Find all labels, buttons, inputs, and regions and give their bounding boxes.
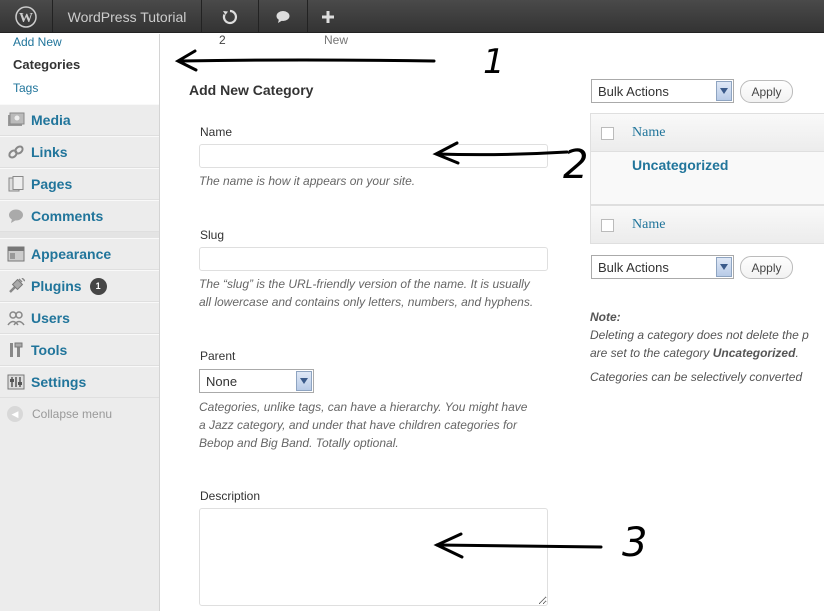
note-line2: are set to the category Uncategorized. [590,346,799,360]
sidebar-item-appearance[interactable]: Appearance [0,238,159,270]
sidebar-item-label: Appearance [31,246,112,262]
sidebar-item-label: Links [31,144,68,160]
chevron-down-icon [716,257,732,277]
category-name-link[interactable]: Uncategorized [632,157,728,173]
slug-input[interactable] [199,247,548,271]
column-name-header[interactable]: Name [632,125,665,141]
bulk-actions-value: Bulk Actions [598,83,669,99]
annotation-label-2: 2 [563,142,588,188]
table-header: Name [591,113,824,152]
sidebar-item-users[interactable]: Users [0,302,159,334]
parent-select[interactable]: None [199,369,314,393]
column-name-footer[interactable]: Name [632,217,665,233]
plugin-updates-badge: 1 [89,277,107,295]
media-icon [7,111,25,129]
svg-text:W: W [19,11,33,26]
users-icon [7,309,25,327]
parent-description-line1: Categories, unlike tags, can have a hier… [199,400,528,414]
sidebar-item-comments[interactable]: Comments [0,200,159,232]
parent-description-line3: Bebop and Big Band. Totally optional. [199,436,399,450]
sidebar-item-label: Tools [31,342,68,358]
sidebar-item-label: Comments [31,208,104,224]
tools-icon [7,341,25,359]
comments-icon [7,207,25,225]
bulk-actions-value: Bulk Actions [598,259,669,275]
parent-label: Parent [200,349,236,363]
name-description: The name is how it appears on your site. [199,174,416,188]
description-label: Description [200,489,261,503]
collapse-menu-button[interactable]: ◀ Collapse menu [0,398,159,430]
name-input[interactable] [199,144,548,168]
bulk-actions-select-bottom[interactable]: Bulk Actions [591,255,734,279]
annotation-arrow-1 [178,58,436,63]
chevron-down-icon [296,371,312,391]
wordpress-logo-icon: W [15,5,37,28]
slug-label: Slug [200,228,225,242]
plugins-icon [7,277,25,295]
description-textarea[interactable] [199,508,548,606]
collapse-arrow-icon: ◀ [7,406,23,422]
note-line2-prefix: are set to the category [590,346,713,360]
select-all-checkbox[interactable] [601,127,614,140]
note-line2-bold: Uncategorized [712,346,796,360]
links-icon [7,143,25,161]
settings-icon [7,373,25,391]
parent-selected-value: None [206,373,238,389]
note-line2-suffix: . [795,346,799,360]
note-label: Note: [590,310,621,324]
table-footer: Name [591,205,824,244]
annotation-label-3: 3 [622,520,647,566]
sidebar-item-label: Users [31,310,70,326]
speech-bubble-icon [276,10,290,23]
pages-icon [7,175,25,193]
new-label: New [324,33,349,47]
chevron-down-icon [716,81,732,101]
slug-description-line1: The “slug” is the URL-friendly version o… [199,277,530,291]
plus-icon [322,10,334,23]
collapse-menu-label: Collapse menu [32,407,113,421]
appearance-icon [7,245,25,263]
admin-bar: W WordPress Tutorial [0,0,824,33]
new-content-button[interactable] [308,0,348,33]
sidebar-item-label: Media [31,112,71,128]
slug-description-line2: all lowercase and contains only letters,… [199,295,534,309]
sidebar-item-pages[interactable]: Pages [0,168,159,200]
sidebar-item-tools[interactable]: Tools [0,334,159,366]
apply-button-top[interactable]: Apply [740,80,793,103]
note-line1: Deleting a category does not delete the … [590,328,809,342]
sidebar-item-label: Pages [31,176,73,192]
table-row: Uncategorized [591,152,824,205]
submenu-add-new[interactable]: Add New [0,34,159,57]
sidebar-item-links[interactable]: Links [0,136,159,168]
categories-table: Name Uncategorized Name [590,113,824,244]
parent-description-line2: a Jazz category, and under that have chi… [199,418,517,432]
annotation-label-1: 1 [483,42,505,82]
name-label: Name [200,125,233,139]
updates-button[interactable] [202,0,258,33]
updates-count: 2 [219,33,226,47]
sidebar-item-settings[interactable]: Settings [0,366,159,398]
site-name-link[interactable]: WordPress Tutorial [53,0,201,33]
sidebar-item-label: Plugins [31,278,82,294]
note-line3: Categories can be selectively converted [590,370,803,384]
apply-button-bottom[interactable]: Apply [740,256,793,279]
posts-submenu: Add New Categories Tags [0,34,159,104]
refresh-icon [222,9,238,24]
comments-button[interactable] [259,0,307,33]
form-heading: Add New Category [189,82,314,98]
wp-logo-button[interactable]: W [0,0,52,33]
select-all-checkbox-footer[interactable] [601,219,614,232]
bulk-actions-select-top[interactable]: Bulk Actions [591,79,734,103]
submenu-tags[interactable]: Tags [0,80,159,103]
sidebar-item-label: Settings [31,374,87,390]
sidebar-item-plugins[interactable]: Plugins 1 [0,270,159,302]
admin-sidebar: Add New Categories Tags Media Links Page… [0,34,160,611]
sidebar-item-media[interactable]: Media [0,104,159,136]
submenu-categories[interactable]: Categories [0,57,159,80]
